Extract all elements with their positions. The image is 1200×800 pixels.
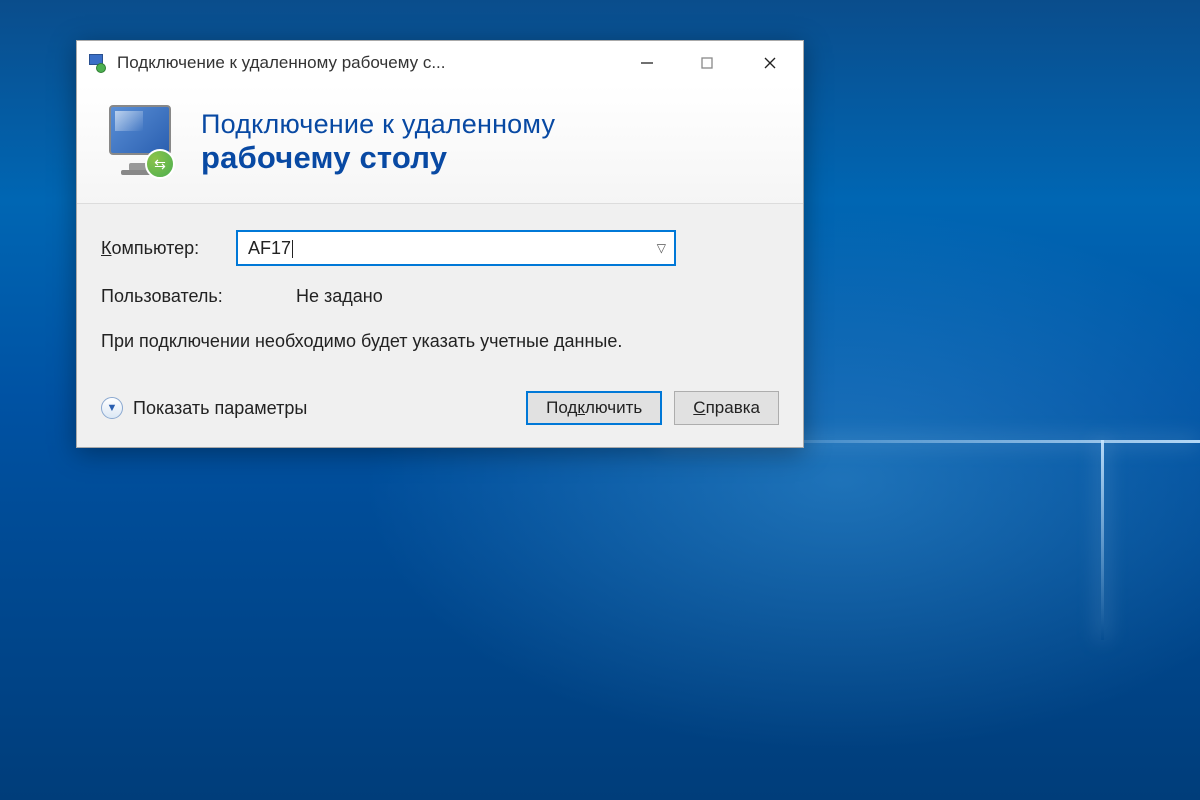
computer-input-value: AF17	[248, 238, 291, 259]
credentials-info-text: При подключении необходимо будет указать…	[101, 329, 661, 353]
user-value: Не задано	[296, 286, 383, 307]
dialog-body: Компьютер: AF17 ▽ Пользователь: Не задан…	[77, 204, 803, 447]
help-button[interactable]: Справка	[674, 391, 779, 425]
rdp-dialog-window: Подключение к удаленному рабочему с... ⇆…	[76, 40, 804, 448]
header-band: ⇆ Подключение к удаленному рабочему стол…	[77, 85, 803, 204]
expand-down-icon: ▼	[101, 397, 123, 419]
computer-label: Компьютер:	[101, 238, 236, 259]
minimize-button[interactable]	[617, 41, 677, 85]
chevron-down-icon[interactable]: ▽	[657, 241, 666, 255]
header-text: Подключение к удаленному рабочему столу	[201, 109, 555, 176]
user-label: Пользователь:	[101, 286, 296, 307]
computer-combobox[interactable]: AF17 ▽	[236, 230, 676, 266]
rdp-app-icon	[87, 53, 107, 73]
computer-field-row: Компьютер: AF17 ▽	[101, 230, 779, 266]
header-line2: рабочему столу	[201, 140, 555, 176]
rdp-large-icon: ⇆	[101, 103, 179, 181]
show-options-label: Показать параметры	[133, 398, 307, 419]
window-title: Подключение к удаленному рабочему с...	[117, 53, 617, 73]
maximize-button[interactable]	[677, 41, 737, 85]
window-controls	[617, 41, 803, 85]
user-field-row: Пользователь: Не задано	[101, 286, 779, 307]
close-button[interactable]	[737, 41, 803, 85]
connect-button[interactable]: Подключить	[526, 391, 662, 425]
button-group: Подключить Справка	[526, 391, 779, 425]
header-line1: Подключение к удаленному	[201, 109, 555, 140]
footer-row: ▼ Показать параметры Подключить Справка	[101, 391, 779, 425]
desktop-light-beam	[1101, 440, 1104, 640]
show-options-toggle[interactable]: ▼ Показать параметры	[101, 397, 307, 419]
titlebar[interactable]: Подключение к удаленному рабочему с...	[77, 41, 803, 85]
